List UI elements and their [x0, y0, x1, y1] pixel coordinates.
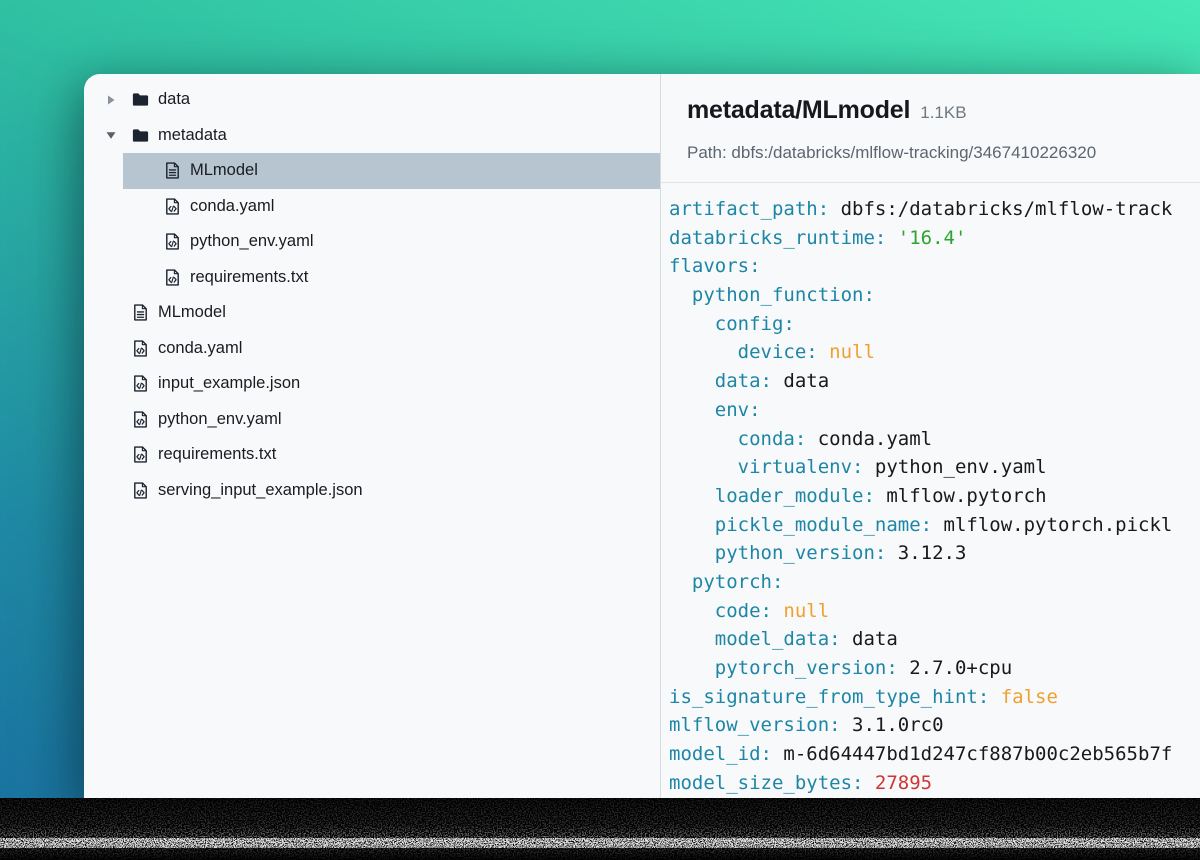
code-line: model_size_bytes: 27895	[669, 769, 1200, 798]
tree-item-label: MLmodel	[158, 303, 226, 322]
code-block[interactable]: artifact_path: dbfs:/databricks/mlflow-t…	[661, 183, 1200, 798]
tree-item-label: requirements.txt	[158, 445, 276, 464]
tree-item-MLmodel[interactable]: MLmodel	[84, 295, 660, 331]
code-line: conda: conda.yaml	[669, 425, 1200, 454]
file-size-badge: 1.1KB	[920, 103, 966, 122]
code-line: code: null	[669, 597, 1200, 626]
file-code-icon	[131, 481, 150, 500]
tree-item-data[interactable]: data	[84, 82, 660, 118]
code-line: device: null	[669, 338, 1200, 367]
tree-item-conda.yaml[interactable]: conda.yaml	[84, 331, 660, 367]
tree-item-serving_input_example.json[interactable]: serving_input_example.json	[84, 473, 660, 509]
tree-item-label: data	[158, 90, 190, 109]
file-code-icon	[163, 232, 182, 251]
code-line: python_version: 3.12.3	[669, 539, 1200, 568]
tree-item-requirements.txt[interactable]: requirements.txt	[84, 437, 660, 473]
tree-item-label: python_env.yaml	[190, 232, 314, 251]
file-code-icon	[131, 410, 150, 429]
code-line: virtualenv: python_env.yaml	[669, 453, 1200, 482]
file-preview-panel: metadata/MLmodel 1.1KB Path: dbfs:/databr…	[661, 74, 1200, 798]
tree-item-label: serving_input_example.json	[158, 481, 363, 500]
tree-item-label: conda.yaml	[158, 339, 242, 358]
tree-item-label: input_example.json	[158, 374, 300, 393]
code-line: pytorch:	[669, 568, 1200, 597]
code-line: pickle_module_name: mlflow.pytorch.pickl	[669, 511, 1200, 540]
code-line: model_data: data	[669, 625, 1200, 654]
file-code-icon	[131, 445, 150, 464]
bottom-shadow-band	[0, 798, 1200, 860]
code-line: flavors:	[669, 252, 1200, 281]
file-code-icon	[131, 339, 150, 358]
tree-item-label: python_env.yaml	[158, 410, 282, 429]
code-line: is_signature_from_type_hint: false	[669, 683, 1200, 712]
page-title: metadata/MLmodel	[687, 96, 910, 124]
caret-right-icon[interactable]	[105, 94, 117, 106]
tree-item-label: metadata	[158, 126, 227, 145]
file-code-icon	[163, 197, 182, 216]
code-line: python_function:	[669, 281, 1200, 310]
file-text-icon	[163, 161, 182, 180]
tree-item-metadata[interactable]: metadata	[84, 118, 660, 154]
tree-item-label: conda.yaml	[190, 197, 274, 216]
tree-item-input_example.json[interactable]: input_example.json	[84, 366, 660, 402]
code-line: artifact_path: dbfs:/databricks/mlflow-t…	[669, 195, 1200, 224]
file-code-icon	[163, 268, 182, 287]
code-line: data: data	[669, 367, 1200, 396]
artifact-browser-window: data metadata MLmodel conda.yaml python_env.…	[84, 74, 1200, 798]
code-line: model_id: m-6d64447bd1d247cf887b00c2eb56…	[669, 740, 1200, 769]
tree-item-label: requirements.txt	[190, 268, 308, 287]
tree-item-MLmodel[interactable]: MLmodel	[84, 153, 660, 189]
file-tree: data metadata MLmodel conda.yaml python_env.…	[84, 74, 661, 798]
preview-header: metadata/MLmodel 1.1KB Path: dbfs:/databr…	[661, 74, 1200, 183]
tree-item-requirements.txt[interactable]: requirements.txt	[84, 260, 660, 296]
folder-icon	[131, 126, 150, 145]
code-line: mlflow_version: 3.1.0rc0	[669, 711, 1200, 740]
code-line: loader_module: mlflow.pytorch	[669, 482, 1200, 511]
tree-item-python_env.yaml[interactable]: python_env.yaml	[84, 224, 660, 260]
tree-item-label: MLmodel	[190, 161, 258, 180]
code-line: config:	[669, 310, 1200, 339]
file-text-icon	[131, 303, 150, 322]
folder-icon	[131, 90, 150, 109]
tree-item-python_env.yaml[interactable]: python_env.yaml	[84, 402, 660, 438]
file-code-icon	[131, 374, 150, 393]
code-line: env:	[669, 396, 1200, 425]
code-line: pytorch_version: 2.7.0+cpu	[669, 654, 1200, 683]
file-path: Path: dbfs:/databricks/mlflow-tracking/3…	[687, 143, 1200, 163]
tree-item-conda.yaml[interactable]: conda.yaml	[84, 189, 660, 225]
code-line: databricks_runtime: '16.4'	[669, 224, 1200, 253]
caret-down-icon[interactable]	[105, 129, 117, 141]
